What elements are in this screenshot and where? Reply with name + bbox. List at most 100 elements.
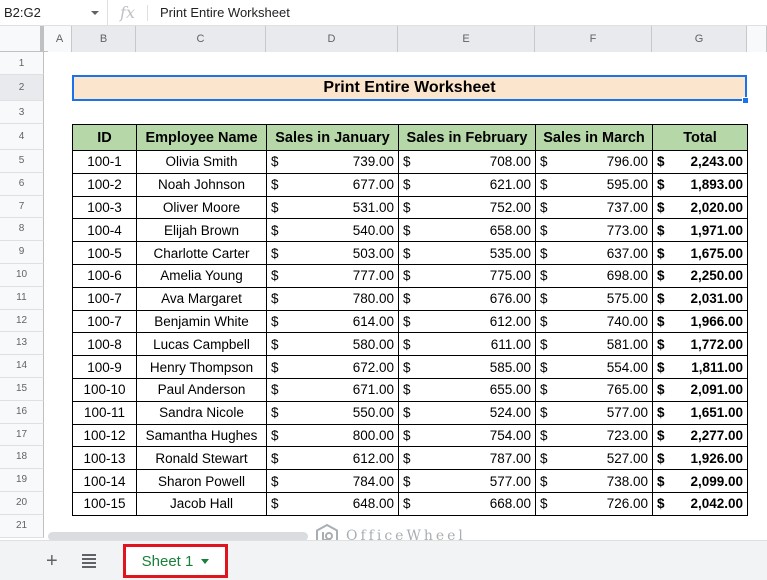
- title-merged-cell[interactable]: Print Entire Worksheet: [72, 75, 747, 101]
- row-header-4[interactable]: 4: [0, 124, 44, 150]
- selection-fill-handle[interactable]: [742, 97, 749, 104]
- cell-total[interactable]: $1,651.00: [652, 400, 748, 425]
- cell-sales-jan[interactable]: $531.00: [266, 195, 399, 220]
- cell-total[interactable]: $1,926.00: [652, 446, 748, 471]
- cell-sales-feb[interactable]: $752.00: [398, 195, 536, 220]
- cell-employee-name[interactable]: Benjamin White: [136, 309, 267, 334]
- cell-sales-mar[interactable]: $796.00: [535, 150, 653, 174]
- row-header-1[interactable]: 1: [0, 52, 44, 75]
- cell-total[interactable]: $1,971.00: [652, 218, 748, 243]
- cell-id[interactable]: 100-4: [72, 218, 137, 243]
- cell-total[interactable]: $1,772.00: [652, 332, 748, 357]
- cell-sales-feb[interactable]: $585.00: [398, 355, 536, 379]
- row-header-15[interactable]: 15: [0, 378, 44, 401]
- cell-id[interactable]: 100-7: [72, 286, 137, 311]
- cell-sales-mar[interactable]: $527.00: [535, 446, 653, 471]
- cell-sales-jan[interactable]: $648.00: [266, 491, 399, 516]
- cell-id[interactable]: 100-9: [72, 355, 137, 379]
- cell-employee-name[interactable]: Henry Thompson: [136, 355, 267, 379]
- cell-sales-mar[interactable]: $740.00: [535, 309, 653, 334]
- cell-total[interactable]: $2,277.00: [652, 423, 748, 448]
- row-header-9[interactable]: 9: [0, 241, 44, 264]
- cell-total[interactable]: $2,091.00: [652, 377, 748, 402]
- cell-total[interactable]: $1,966.00: [652, 309, 748, 334]
- row-header-13[interactable]: 13: [0, 332, 44, 356]
- cell-sales-jan[interactable]: $800.00: [266, 423, 399, 448]
- row-header-18[interactable]: 18: [0, 446, 44, 470]
- row-header-10[interactable]: 10: [0, 264, 44, 287]
- cell-sales-feb[interactable]: $535.00: [398, 241, 536, 265]
- row-header-7[interactable]: 7: [0, 195, 44, 219]
- header-employee-name[interactable]: Employee Name: [136, 124, 267, 151]
- cell-sales-feb[interactable]: $524.00: [398, 400, 536, 425]
- row-header-3[interactable]: 3: [0, 101, 44, 124]
- cell-employee-name[interactable]: Charlotte Carter: [136, 241, 267, 265]
- cell-sales-feb[interactable]: $621.00: [398, 172, 536, 197]
- cell-sales-mar[interactable]: $577.00: [535, 400, 653, 425]
- row-header-12[interactable]: 12: [0, 309, 44, 333]
- cell-total[interactable]: $2,243.00: [652, 150, 748, 174]
- cell-sales-mar[interactable]: $581.00: [535, 332, 653, 357]
- cell-sales-mar[interactable]: $773.00: [535, 218, 653, 243]
- cell-employee-name[interactable]: Paul Anderson: [136, 377, 267, 402]
- sheet-tab-sheet-1[interactable]: Sheet 1: [123, 544, 228, 578]
- header-total[interactable]: Total: [652, 124, 748, 151]
- cell-sales-jan[interactable]: $777.00: [266, 263, 399, 288]
- cell-sales-jan[interactable]: $739.00: [266, 150, 399, 174]
- row-header-5[interactable]: 5: [0, 150, 44, 173]
- cell-id[interactable]: 100-15: [72, 491, 137, 516]
- row-header-6[interactable]: 6: [0, 172, 44, 196]
- cell-sales-mar[interactable]: $575.00: [535, 286, 653, 311]
- cell-id[interactable]: 100-1: [72, 150, 137, 174]
- name-box-dropdown-icon[interactable]: [91, 10, 99, 15]
- cell-id[interactable]: 100-6: [72, 263, 137, 288]
- cell-employee-name[interactable]: Sharon Powell: [136, 469, 267, 493]
- cell-id[interactable]: 100-3: [72, 195, 137, 220]
- cell-sales-feb[interactable]: $676.00: [398, 286, 536, 311]
- cell-sales-jan[interactable]: $614.00: [266, 309, 399, 334]
- cell-total[interactable]: $2,099.00: [652, 469, 748, 493]
- cell-sales-feb[interactable]: $787.00: [398, 446, 536, 471]
- cell-sales-feb[interactable]: $612.00: [398, 309, 536, 334]
- cell-id[interactable]: 100-14: [72, 469, 137, 493]
- row-header-21[interactable]: 21: [0, 514, 44, 538]
- column-header-g[interactable]: G: [652, 26, 747, 52]
- header-id[interactable]: ID: [72, 124, 137, 151]
- cell-employee-name[interactable]: Olivia Smith: [136, 150, 267, 174]
- column-header-c[interactable]: C: [136, 26, 266, 52]
- cell-total[interactable]: $2,031.00: [652, 286, 748, 311]
- cell-id[interactable]: 100-7: [72, 309, 137, 334]
- cell-sales-mar[interactable]: $595.00: [535, 172, 653, 197]
- cell-sales-feb[interactable]: $775.00: [398, 263, 536, 288]
- column-header-e[interactable]: E: [398, 26, 535, 52]
- cell-sales-feb[interactable]: $708.00: [398, 150, 536, 174]
- name-box[interactable]: B2:G2: [0, 0, 108, 26]
- cell-id[interactable]: 100-8: [72, 332, 137, 357]
- cell-sales-feb[interactable]: $668.00: [398, 491, 536, 516]
- row-header-19[interactable]: 19: [0, 469, 44, 492]
- cell-sales-jan[interactable]: $612.00: [266, 446, 399, 471]
- cell-sales-jan[interactable]: $677.00: [266, 172, 399, 197]
- row-header-17[interactable]: 17: [0, 423, 44, 447]
- header-sales-january[interactable]: Sales in January: [266, 124, 399, 151]
- column-header-b[interactable]: B: [72, 26, 136, 52]
- cell-total[interactable]: $1,675.00: [652, 241, 748, 265]
- cell-sales-jan[interactable]: $503.00: [266, 241, 399, 265]
- cell-sales-feb[interactable]: $754.00: [398, 423, 536, 448]
- cell-id[interactable]: 100-2: [72, 172, 137, 197]
- cell-total[interactable]: $2,020.00: [652, 195, 748, 220]
- cell-id[interactable]: 100-5: [72, 241, 137, 265]
- cell-employee-name[interactable]: Ava Margaret: [136, 286, 267, 311]
- cell-sales-feb[interactable]: $577.00: [398, 469, 536, 493]
- cell-sales-jan[interactable]: $780.00: [266, 286, 399, 311]
- cell-sales-jan[interactable]: $672.00: [266, 355, 399, 379]
- column-header-a[interactable]: A: [48, 26, 72, 52]
- row-header-8[interactable]: 8: [0, 218, 44, 242]
- cell-employee-name[interactable]: Ronald Stewart: [136, 446, 267, 471]
- column-header-d[interactable]: D: [266, 26, 398, 52]
- cell-employee-name[interactable]: Oliver Moore: [136, 195, 267, 220]
- row-header-2[interactable]: 2: [0, 75, 44, 101]
- row-header-11[interactable]: 11: [0, 286, 44, 310]
- cell-sales-jan[interactable]: $784.00: [266, 469, 399, 493]
- header-sales-february[interactable]: Sales in February: [398, 124, 536, 151]
